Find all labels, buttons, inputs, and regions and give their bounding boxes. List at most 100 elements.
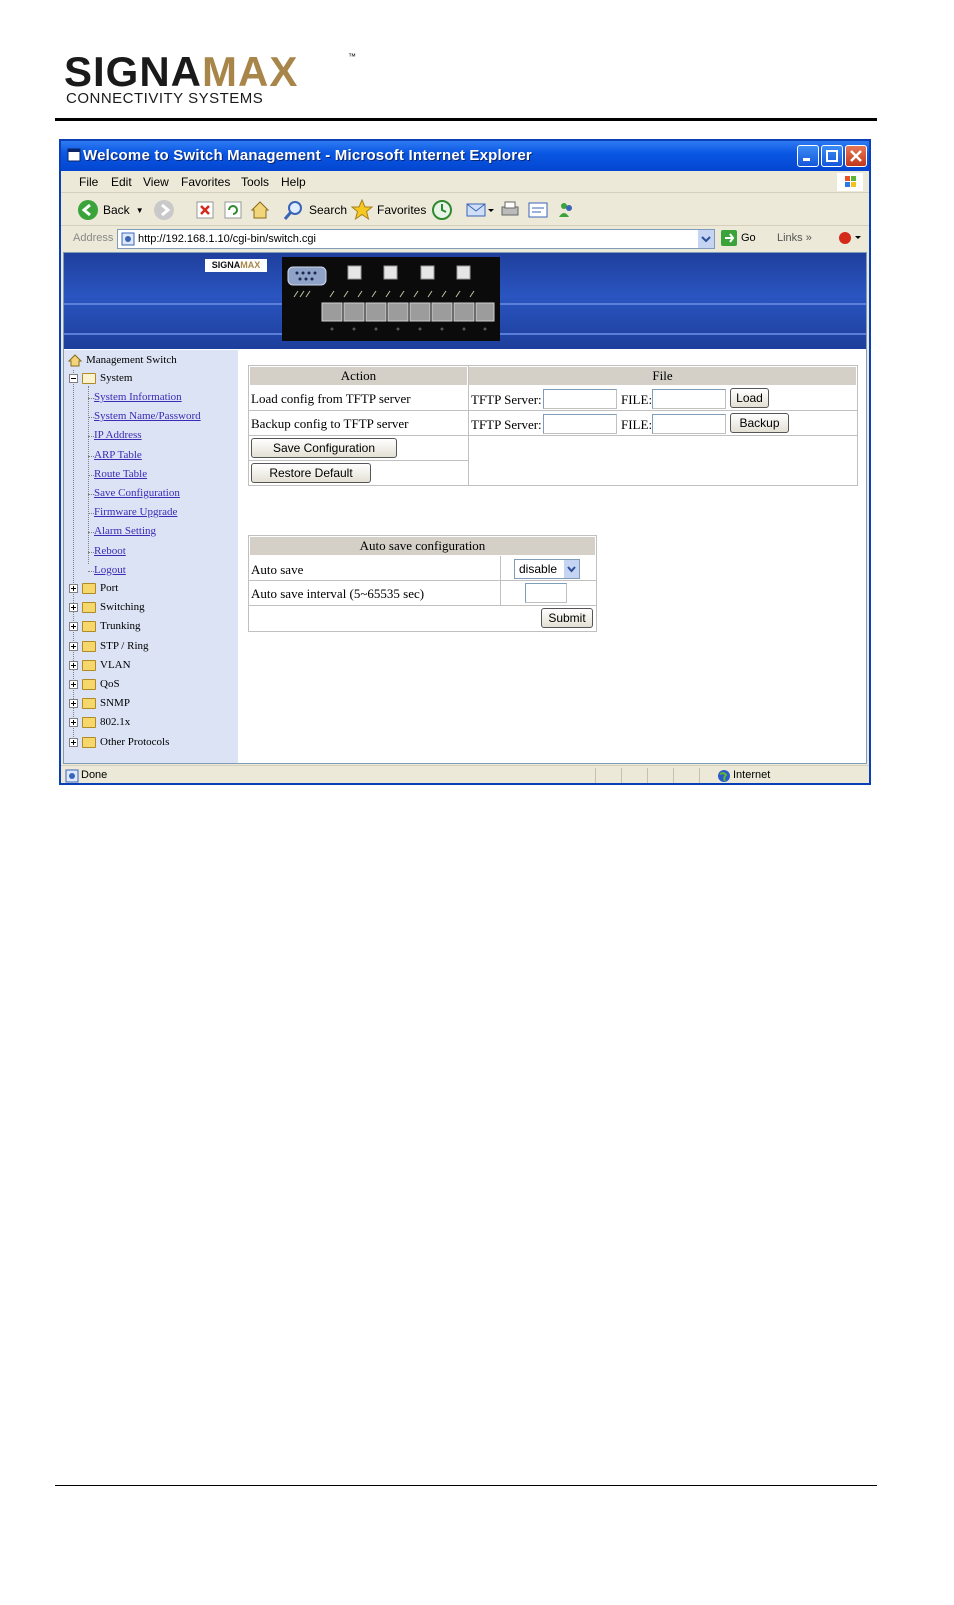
auto-save-label: Auto save: [251, 562, 304, 577]
restore-default-button[interactable]: Restore Default: [251, 463, 371, 483]
folder-icon: [82, 736, 96, 748]
tree-link-logout[interactable]: Logout: [94, 564, 126, 576]
menu-file[interactable]: File: [79, 175, 98, 189]
links-button[interactable]: Links »: [777, 232, 812, 244]
expand-icon[interactable]: [69, 603, 78, 613]
load-file-input[interactable]: [652, 389, 726, 409]
search-button[interactable]: Search: [283, 199, 347, 221]
expand-icon[interactable]: [69, 584, 78, 593]
status-text: Done: [81, 769, 108, 781]
menu-help[interactable]: Help: [281, 175, 306, 189]
security-zone: Internet: [733, 769, 771, 781]
forward-button[interactable]: [153, 199, 175, 221]
address-bar: Address http://192.168.1.10/cgi-bin/swit…: [61, 227, 869, 251]
expand-icon[interactable]: [69, 660, 78, 670]
tree-link-system-information[interactable]: System Information: [94, 391, 182, 403]
tree-folder-stp-ring[interactable]: STP / Ring: [100, 640, 149, 652]
mail-button[interactable]: [465, 199, 495, 221]
folder-icon: [82, 659, 96, 671]
search-icon: [283, 201, 302, 220]
maximize-icon: [826, 150, 838, 162]
tree-link-system-name-password[interactable]: System Name/Password: [94, 410, 201, 422]
tree-link-reboot[interactable]: Reboot: [94, 545, 126, 557]
folder-icon: [82, 717, 96, 729]
history-button[interactable]: [431, 199, 453, 221]
tree-link-alarm-setting[interactable]: Alarm Setting: [94, 525, 156, 537]
logo-brand-part-2: MAX: [202, 48, 299, 95]
submit-button[interactable]: Submit: [541, 608, 593, 628]
refresh-button[interactable]: [223, 199, 243, 221]
print-button[interactable]: [499, 199, 521, 221]
tree-folder-qos[interactable]: QoS: [100, 678, 120, 690]
tree-link-route-table[interactable]: Route Table: [94, 468, 147, 480]
auto-save-interval-input[interactable]: [525, 583, 567, 603]
expand-icon[interactable]: [69, 718, 78, 728]
auto-save-select[interactable]: disable: [514, 559, 580, 579]
save-configuration-button[interactable]: Save Configuration: [251, 438, 397, 458]
backup-file-input[interactable]: [652, 414, 726, 434]
load-tftp-server-input[interactable]: [543, 389, 617, 409]
load-button[interactable]: Load: [730, 388, 769, 408]
tree-link-ip-address[interactable]: IP Address: [94, 429, 142, 441]
extension-icon[interactable]: [837, 230, 863, 249]
logo-trademark: ™: [348, 52, 356, 61]
header-action: Action: [250, 367, 467, 385]
tree-link-arp-table[interactable]: ARP Table: [94, 449, 142, 461]
tree-folder-802-1x[interactable]: 802.1x: [100, 716, 130, 728]
expand-icon[interactable]: [69, 699, 78, 709]
tree-folder-vlan[interactable]: VLAN: [100, 659, 131, 671]
chevron-down-icon: [564, 560, 579, 578]
minimize-icon: [803, 158, 810, 161]
tree-link-firmware-upgrade[interactable]: Firmware Upgrade: [94, 506, 177, 518]
backup-button[interactable]: Backup: [730, 413, 789, 433]
tree-system[interactable]: System: [100, 372, 132, 384]
close-button[interactable]: [845, 145, 867, 167]
folder-icon: [82, 698, 96, 710]
switch-panel-image: [282, 257, 500, 341]
tree-link-save-configuration[interactable]: Save Configuration: [94, 487, 180, 499]
tree-folder-trunking[interactable]: Trunking: [100, 620, 141, 632]
backup-tftp-server-input[interactable]: [543, 414, 617, 434]
edit-button[interactable]: [527, 199, 549, 221]
mail-icon: [466, 203, 494, 217]
minimize-button[interactable]: [797, 145, 819, 167]
load-tftp-server-label: TFTP Server:: [471, 392, 542, 407]
tree-folder-snmp[interactable]: SNMP: [100, 697, 130, 709]
address-label: Address: [73, 232, 114, 244]
back-button[interactable]: Back ▼: [77, 199, 144, 221]
page-done-icon: [65, 769, 79, 783]
tree-folder-switching[interactable]: Switching: [100, 601, 145, 613]
history-icon: [432, 200, 452, 220]
tree-root[interactable]: Management Switch: [86, 354, 177, 366]
expand-icon[interactable]: [69, 641, 78, 651]
folder-icon: [82, 679, 96, 690]
internet-globe-icon: [718, 770, 730, 782]
go-button[interactable]: Go: [721, 230, 756, 246]
tree-folder-other-protocols[interactable]: Other Protocols: [100, 736, 169, 748]
menu-tools[interactable]: Tools: [241, 175, 269, 189]
expand-icon[interactable]: [69, 737, 78, 747]
home-button[interactable]: [249, 199, 271, 221]
stop-button[interactable]: [195, 199, 215, 221]
maximize-button[interactable]: [821, 145, 843, 167]
print-icon: [501, 201, 519, 216]
folder-icon: [82, 583, 96, 594]
menu-favorites[interactable]: Favorites: [181, 175, 230, 189]
menu-view[interactable]: View: [143, 175, 169, 189]
folder-icon: [82, 621, 96, 633]
tree-folder-port[interactable]: Port: [100, 582, 118, 594]
favorites-button[interactable]: Favorites: [351, 199, 426, 221]
expand-icon[interactable]: [69, 622, 78, 632]
toolbar: Back ▼ Search Favorites: [61, 194, 869, 226]
expand-icon[interactable]: [69, 680, 78, 689]
address-input[interactable]: http://192.168.1.10/cgi-bin/switch.cgi: [117, 229, 715, 249]
config-table: Action File Load config from TFTP server…: [248, 365, 858, 486]
address-dropdown-icon[interactable]: [698, 230, 714, 248]
autosave-header: Auto save configuration: [250, 537, 595, 555]
close-icon: [850, 150, 862, 162]
forward-arrow-icon: [154, 200, 174, 220]
messenger-button[interactable]: [555, 199, 577, 221]
menu-edit[interactable]: Edit: [111, 175, 132, 189]
banner-logo: SIGNAMAX: [205, 259, 267, 272]
collapse-system-icon[interactable]: [69, 374, 78, 383]
